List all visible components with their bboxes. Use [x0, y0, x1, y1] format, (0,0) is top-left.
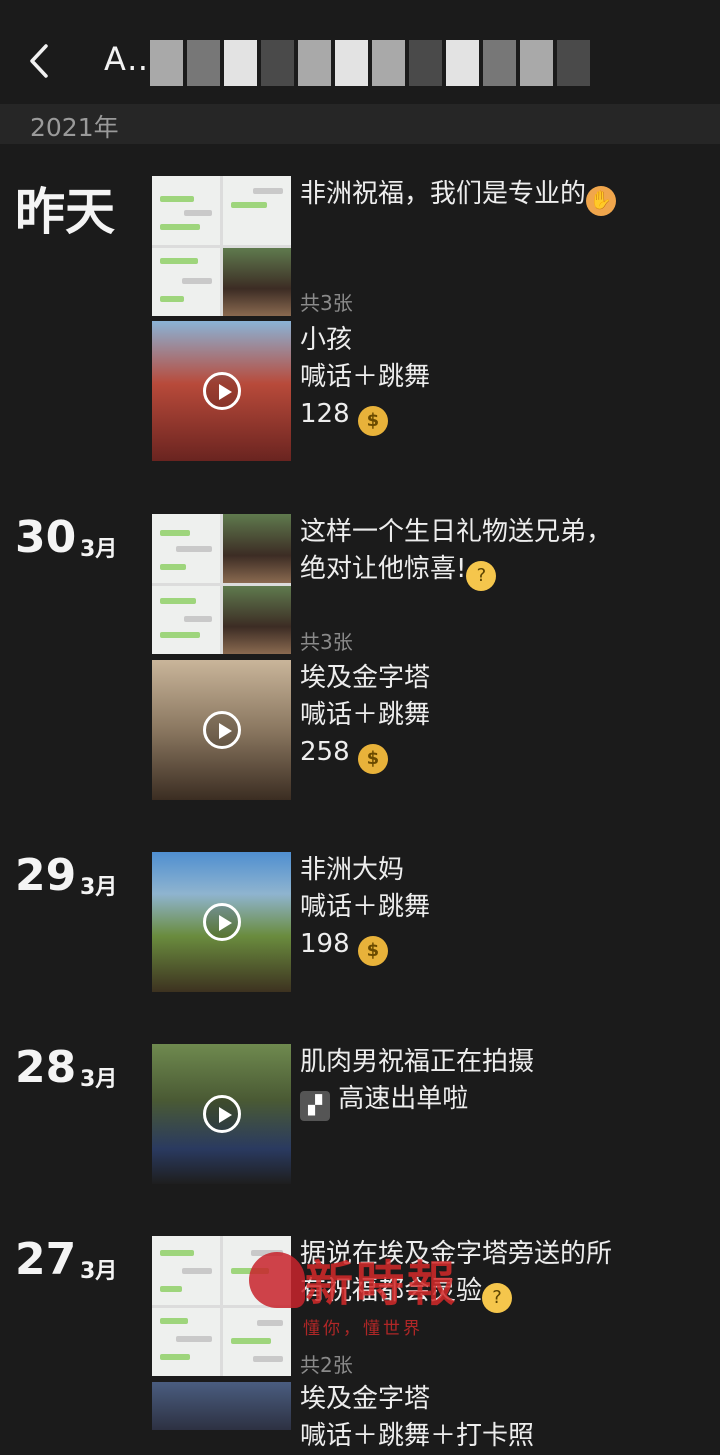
post-subcaption: 喊话＋跳舞	[300, 362, 431, 392]
date-day: 27	[15, 1234, 77, 1285]
watermark-slogan: 懂你，懂世界	[303, 1319, 423, 1339]
chat-screenshot	[152, 514, 220, 583]
date-label: 昨天	[15, 183, 115, 241]
watermark-name: 新時報	[305, 1256, 459, 1312]
date-day: 28	[15, 1042, 77, 1093]
post-caption: 埃及金字塔	[300, 663, 431, 693]
date-month: 3月	[80, 537, 118, 562]
image-collage-thumbnail[interactable]	[152, 176, 291, 316]
post-price: 128 $	[300, 396, 388, 436]
play-icon	[202, 372, 241, 410]
dancers-photo	[223, 514, 291, 583]
money-bag-icon: $	[357, 406, 388, 436]
video-thumbnail[interactable]	[152, 660, 291, 800]
year-label: 2021年	[30, 113, 119, 142]
video-thumbnail[interactable]	[152, 1382, 291, 1430]
money-bag-icon: $	[357, 936, 388, 966]
play-icon	[202, 903, 241, 941]
blurred-title-mosaic	[150, 40, 590, 86]
date-month: 3月	[80, 875, 118, 900]
image-count: 共2张	[300, 1353, 353, 1377]
chat-screenshot	[152, 176, 220, 245]
post-caption: 这样一个生日礼物送兄弟，	[300, 517, 613, 547]
top-bar: A…	[0, 0, 720, 104]
post-caption-line2: 绝对让他惊喜!?	[300, 551, 497, 591]
post-subcaption: 喊话＋跳舞＋打卡照	[300, 1421, 535, 1451]
date-month: 3月	[80, 1259, 118, 1284]
image-count: 共3张	[300, 630, 353, 654]
post-caption: 埃及金字塔	[300, 1384, 431, 1414]
date-day: 29	[15, 850, 77, 901]
chat-screenshot	[223, 176, 291, 245]
play-icon	[202, 711, 241, 749]
post-caption: 非洲祝福，我们是专业的 ✋	[300, 176, 617, 216]
post-subcaption: ▞ 高速出单啦	[300, 1081, 468, 1121]
video-thumbnail[interactable]	[152, 852, 291, 992]
play-icon	[202, 1095, 241, 1133]
chevron-left-icon	[30, 44, 48, 78]
chat-screenshot	[152, 585, 220, 654]
chat-screenshot	[152, 247, 220, 316]
date-day: 30	[15, 512, 77, 563]
post-caption: 肌肉男祝福正在拍摄	[300, 1047, 535, 1077]
clapper-board-icon: ▞	[300, 1091, 330, 1121]
chat-screenshot	[152, 1236, 220, 1305]
dancers-photo	[223, 247, 291, 316]
video-thumbnail[interactable]	[152, 1044, 291, 1184]
chat-screenshot	[152, 1307, 220, 1376]
post-price: 258 $	[300, 734, 388, 774]
image-collage-thumbnail[interactable]	[152, 514, 291, 654]
dancers-photo	[223, 585, 291, 654]
thinking-face-icon: ?	[466, 561, 497, 591]
post-price: 198 $	[300, 926, 388, 966]
watermark-logo-icon	[249, 1252, 305, 1308]
post-subcaption: 喊话＋跳舞	[300, 700, 431, 730]
image-count: 共3张	[300, 291, 353, 315]
back-button[interactable]	[22, 38, 62, 84]
year-section-header: 2021年	[0, 104, 720, 144]
news-watermark: 新時報 懂你，懂世界	[245, 1238, 515, 1348]
handshake-icon: ✋	[586, 186, 617, 216]
date-month: 3月	[80, 1067, 118, 1092]
post-caption: 非洲大妈	[300, 855, 405, 885]
post-subcaption: 喊话＋跳舞	[300, 892, 431, 922]
money-bag-icon: $	[357, 744, 388, 774]
post-caption: 小孩	[300, 325, 353, 355]
video-thumbnail[interactable]	[152, 321, 291, 461]
